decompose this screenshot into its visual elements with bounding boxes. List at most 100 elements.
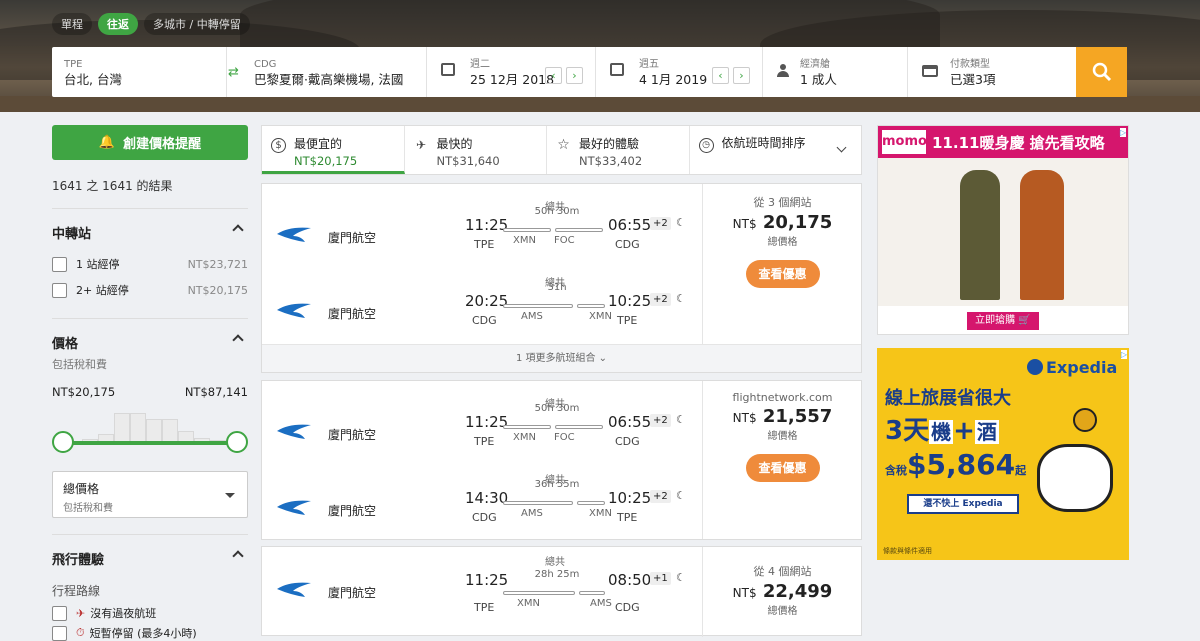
price-alert-button[interactable]: 🔔 創建價格提醒 xyxy=(52,125,248,160)
checkbox[interactable] xyxy=(52,625,67,641)
expedia-cta-button[interactable]: 還不快上 Expedia xyxy=(907,494,1019,514)
chevron-right-icon[interactable]: › xyxy=(566,67,583,84)
route-label: 行程路線 xyxy=(52,584,101,598)
airline-name: 廈門航空 xyxy=(328,231,377,245)
payment-type-field[interactable]: 付款類型 已選3項 xyxy=(908,47,1066,97)
origin-airport: CDG xyxy=(472,511,497,524)
destination-name: 巴黎夏爾·戴高樂機場, 法國 xyxy=(254,72,404,87)
more-combinations-link[interactable]: 1 項更多航班組合 ⌄ xyxy=(262,344,861,372)
price-histogram xyxy=(52,403,248,461)
moon-icon: ☾ xyxy=(676,413,686,426)
provider-text: 從 4 個網站 xyxy=(753,565,812,578)
duration: 31h xyxy=(547,282,567,293)
momo-logo: momo xyxy=(882,130,927,154)
view-deal-button[interactable]: 查看優惠 xyxy=(745,454,820,482)
route-line xyxy=(473,591,638,595)
filter-sidebar: 🔔 創建價格提醒 1641 之 1641 的結果 中轉站 1 站經停 NT$23… xyxy=(52,125,248,641)
checkbox[interactable] xyxy=(52,282,67,298)
trip-type-roundtrip[interactable]: 往返 xyxy=(98,13,138,35)
short-layover-icon: ⏱ xyxy=(76,626,85,639)
trip-type-multicity[interactable]: 多城市 / 中轉停留 xyxy=(144,13,250,35)
chevron-down-icon: ⌄ xyxy=(598,353,608,364)
stop-airport: AMS xyxy=(521,311,543,322)
stop-airport: AMS xyxy=(590,598,612,609)
calendar-icon xyxy=(441,63,455,76)
xiamen-airlines-logo xyxy=(277,227,311,242)
payment-value: 已選3項 xyxy=(950,72,996,87)
trip-type-selector: 單程 往返 多城市 / 中轉停留 xyxy=(52,13,250,35)
price: NT$ 22,499 xyxy=(732,581,833,602)
chevron-down-icon xyxy=(836,142,847,153)
provider-text: flightnetwork.com xyxy=(732,391,833,404)
destination-code: CDG xyxy=(254,59,277,70)
cabin-passenger-field[interactable]: 經濟艙 1 成人 xyxy=(763,47,908,97)
calendar-icon xyxy=(610,63,624,76)
chevron-right-icon[interactable]: › xyxy=(733,67,750,84)
chevron-left-icon[interactable]: ‹ xyxy=(545,67,562,84)
outbound-leg: 廈門航空 總共 11:25 50h 30m 06:55 +2 ☾ TPE XMN… xyxy=(262,393,702,468)
stops-option-2plus[interactable]: 2+ 站經停 NT$20,175 xyxy=(52,282,248,298)
sort-fastest-tab[interactable]: ✈ 最快的 NT$31,640 xyxy=(405,126,547,174)
expedia-ad[interactable]: Expedia 線上旅展省很大 3天 機+ 酒 含稅$5,864起 還不快上 Exp… xyxy=(877,348,1129,560)
sort-tabs: $ 最便宜的 NT$20,175 ✈ 最快的 NT$31,640 ☆ 最好的體驗… xyxy=(261,125,862,175)
model-figure xyxy=(1020,170,1064,300)
sort-by-time-dropdown[interactable]: ◷ 依航班時間排序 xyxy=(690,126,862,174)
checkbox[interactable] xyxy=(52,605,67,621)
momo-cta-button[interactable]: 立即搶購 🛒 xyxy=(967,312,1039,330)
expedia-terms: 條款與條件適用 xyxy=(883,547,932,555)
sort-best-tab[interactable]: ☆ 最好的體驗 NT$33,402 xyxy=(547,126,690,174)
view-deal-button[interactable]: 查看優惠 xyxy=(745,260,820,288)
momo-ad[interactable]: momo 11.11暖身慶 搶先看攻略 立即搶購 🛒 ▷ xyxy=(877,125,1129,335)
chevron-left-icon[interactable]: ‹ xyxy=(712,67,729,84)
piggy-bank-icon xyxy=(1037,444,1113,512)
dest-airport: TPE xyxy=(617,511,638,524)
duration: 28h 25m xyxy=(534,569,580,580)
xiamen-airlines-logo xyxy=(277,582,311,597)
price-panel: flightnetwork.com NT$ 21,557 總價格 查看優惠 xyxy=(702,381,862,539)
depart-time: 14:30 xyxy=(465,489,509,507)
expedia-logo: Expedia xyxy=(1027,358,1117,377)
stop-airport: XMN xyxy=(517,598,540,609)
depart-date-field[interactable]: 週二 25 12月 2018 ‹ › xyxy=(427,47,596,97)
return-date-field[interactable]: 週五 4 1月 2019 ‹ › xyxy=(596,47,763,97)
stop-airport: AMS xyxy=(521,508,543,519)
checkbox[interactable] xyxy=(52,256,67,272)
airline-name: 廈門航空 xyxy=(328,586,377,600)
dest-airport: CDG xyxy=(615,435,640,448)
passenger-count: 1 成人 xyxy=(800,72,837,87)
trip-type-oneway[interactable]: 單程 xyxy=(52,13,92,35)
day-offset-badge: +2 xyxy=(650,293,671,306)
no-overnight-option[interactable]: ✈ 沒有過夜航班 xyxy=(52,605,248,621)
xiamen-airlines-logo xyxy=(277,303,311,318)
stops-option-1[interactable]: 1 站經停 NT$23,721 xyxy=(52,256,248,272)
provider-text: 從 3 個網站 xyxy=(753,196,812,209)
moon-icon: ☾ xyxy=(676,571,686,584)
price-max-handle[interactable] xyxy=(226,431,248,453)
ad-choices-icon[interactable]: ▷ xyxy=(1120,350,1127,359)
coin-icon xyxy=(1073,408,1097,432)
day-offset-badge: +2 xyxy=(650,490,671,503)
duration: 50h 30m xyxy=(534,403,580,414)
price-filter: 價格 包括稅和費 NT$20,175 NT$87,141 總價格 包括稅和費 xyxy=(52,318,248,518)
bell-icon: 🔔 xyxy=(98,135,116,150)
price-min-handle[interactable] xyxy=(52,431,74,453)
arrive-time: 08:50 xyxy=(608,571,652,589)
day-offset-badge: +2 xyxy=(650,217,671,230)
price-type-select[interactable]: 總價格 包括稅和費 xyxy=(52,471,248,518)
duration: 50h 30m xyxy=(534,206,580,217)
star-icon: ☆ xyxy=(557,137,570,153)
sort-cheapest-tab[interactable]: $ 最便宜的 NT$20,175 xyxy=(262,126,405,174)
cart-icon: 🛒 xyxy=(1018,315,1031,326)
depart-time: 11:25 xyxy=(465,413,509,431)
price: NT$ 21,557 xyxy=(732,406,833,427)
search-button[interactable] xyxy=(1076,47,1127,97)
origin-field[interactable]: TPE 台北, 台灣 xyxy=(52,47,227,97)
destination-field[interactable]: CDG 巴黎夏爾·戴高樂機場, 法國 xyxy=(227,47,427,97)
short-layover-option[interactable]: ⏱ 短暫停留 (最多4小時) xyxy=(52,625,248,641)
expedia-headline: 線上旅展省很大 xyxy=(885,388,1011,409)
origin-airport: TPE xyxy=(474,435,495,448)
ad-choices-icon[interactable]: ▷ xyxy=(1119,128,1126,137)
depart-time: 11:25 xyxy=(465,216,509,234)
origin-name: 台北, 台灣 xyxy=(64,72,122,87)
route-line xyxy=(473,501,638,505)
